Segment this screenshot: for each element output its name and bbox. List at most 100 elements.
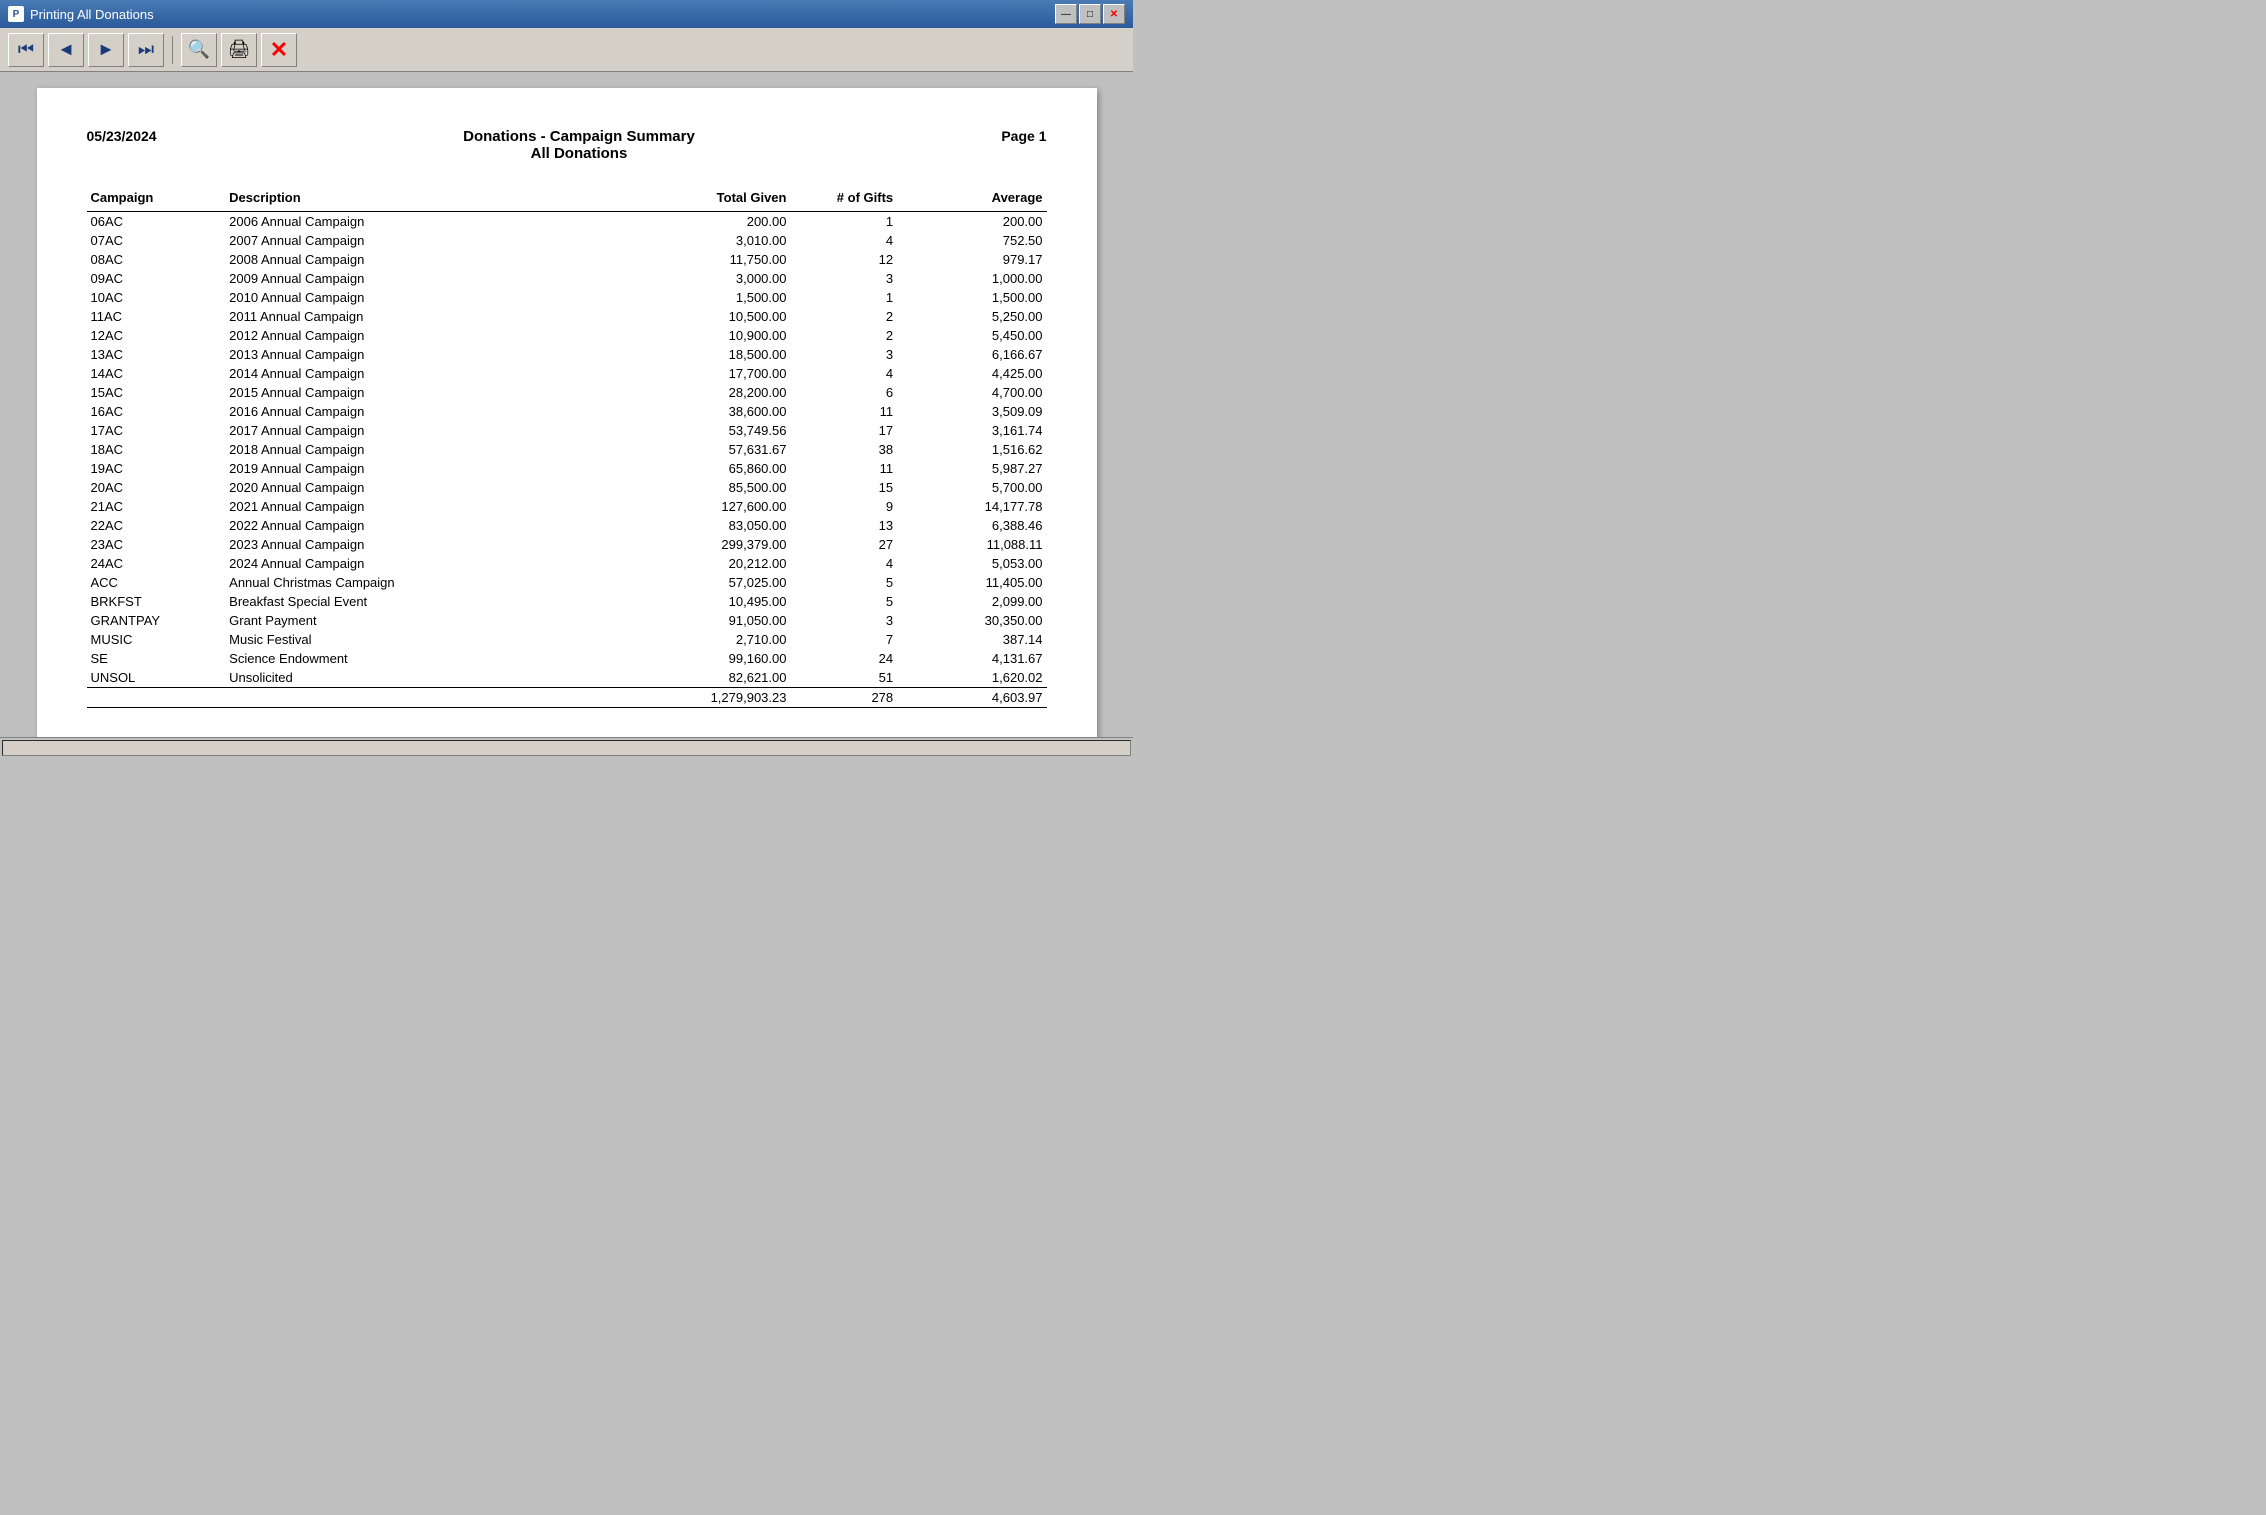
cell-average: 11,405.00 [897, 573, 1046, 592]
cell-total-given: 299,379.00 [641, 535, 790, 554]
cell-total-given: 85,500.00 [641, 478, 790, 497]
horizontal-scrollbar[interactable] [2, 740, 1131, 756]
cell-average: 5,700.00 [897, 478, 1046, 497]
cell-average: 5,450.00 [897, 326, 1046, 345]
cell-num-gifts: 51 [790, 668, 897, 688]
cell-num-gifts: 3 [790, 269, 897, 288]
cell-total-given: 57,025.00 [641, 573, 790, 592]
cell-average: 1,000.00 [897, 269, 1046, 288]
cell-total-given: 28,200.00 [641, 383, 790, 402]
cell-total-given: 127,600.00 [641, 497, 790, 516]
cell-num-gifts: 2 [790, 307, 897, 326]
cell-average: 6,166.67 [897, 345, 1046, 364]
total-blank-2 [225, 688, 641, 708]
table-row: 16AC2016 Annual Campaign38,600.00113,509… [87, 402, 1047, 421]
cell-description: 2009 Annual Campaign [225, 269, 641, 288]
cell-total-given: 82,621.00 [641, 668, 790, 688]
cell-description: 2021 Annual Campaign [225, 497, 641, 516]
cell-campaign: 22AC [87, 516, 226, 535]
maximize-button[interactable]: □ [1079, 4, 1101, 24]
cell-num-gifts: 4 [790, 554, 897, 573]
table-row: 09AC2009 Annual Campaign3,000.0031,000.0… [87, 269, 1047, 288]
cell-num-gifts: 11 [790, 402, 897, 421]
table-row: 13AC2013 Annual Campaign18,500.0036,166.… [87, 345, 1047, 364]
cell-total-given: 3,010.00 [641, 231, 790, 250]
search-button[interactable]: 🔍 [181, 33, 217, 67]
cell-num-gifts: 3 [790, 345, 897, 364]
report-table: Campaign Description Total Given # of Gi… [87, 186, 1047, 708]
bottom-bar [0, 737, 1133, 757]
cell-num-gifts: 12 [790, 250, 897, 269]
cell-average: 200.00 [897, 212, 1046, 232]
cell-description: Breakfast Special Event [225, 592, 641, 611]
cell-description: 2022 Annual Campaign [225, 516, 641, 535]
cell-campaign: MUSIC [87, 630, 226, 649]
table-row: 19AC2019 Annual Campaign65,860.00115,987… [87, 459, 1047, 478]
title-bar: P Printing All Donations — □ ✕ [0, 0, 1133, 28]
table-row: 10AC2010 Annual Campaign1,500.0011,500.0… [87, 288, 1047, 307]
last-page-button[interactable]: ⏭ [128, 33, 164, 67]
cell-description: 2019 Annual Campaign [225, 459, 641, 478]
cell-campaign: 06AC [87, 212, 226, 232]
cell-campaign: 18AC [87, 440, 226, 459]
cell-average: 11,088.11 [897, 535, 1046, 554]
cell-num-gifts: 3 [790, 611, 897, 630]
cell-campaign: 15AC [87, 383, 226, 402]
close-report-button[interactable]: ✕ [261, 33, 297, 67]
print-button[interactable]: 🖨 [221, 33, 257, 67]
cell-num-gifts: 5 [790, 592, 897, 611]
col-header-num-gifts: # of Gifts [790, 186, 897, 212]
minimize-button[interactable]: — [1055, 4, 1077, 24]
close-button[interactable]: ✕ [1103, 4, 1125, 24]
cell-average: 5,053.00 [897, 554, 1046, 573]
window-controls: — □ ✕ [1055, 4, 1125, 24]
table-row: 17AC2017 Annual Campaign53,749.56173,161… [87, 421, 1047, 440]
cell-description: 2016 Annual Campaign [225, 402, 641, 421]
cell-average: 5,250.00 [897, 307, 1046, 326]
report-page: 05/23/2024 Donations - Campaign Summary … [37, 88, 1097, 737]
cell-description: Grant Payment [225, 611, 641, 630]
table-row: GRANTPAYGrant Payment91,050.00330,350.00 [87, 611, 1047, 630]
cell-description: 2008 Annual Campaign [225, 250, 641, 269]
next-page-button[interactable]: ► [88, 33, 124, 67]
table-row: 21AC2021 Annual Campaign127,600.00914,17… [87, 497, 1047, 516]
cell-total-given: 1,500.00 [641, 288, 790, 307]
cell-num-gifts: 38 [790, 440, 897, 459]
table-header-row: Campaign Description Total Given # of Gi… [87, 186, 1047, 212]
cell-average: 30,350.00 [897, 611, 1046, 630]
table-row: 22AC2022 Annual Campaign83,050.00136,388… [87, 516, 1047, 535]
report-page-number: Page 1 [1001, 128, 1046, 144]
cell-total-given: 18,500.00 [641, 345, 790, 364]
report-date: 05/23/2024 [87, 128, 157, 144]
cell-total-given: 57,631.67 [641, 440, 790, 459]
window-title: Printing All Donations [30, 7, 154, 22]
cell-average: 1,516.62 [897, 440, 1046, 459]
col-header-total-given: Total Given [641, 186, 790, 212]
cell-campaign: 09AC [87, 269, 226, 288]
report-title: Donations - Campaign Summary All Donatio… [463, 128, 695, 162]
report-title-line1: Donations - Campaign Summary [463, 128, 695, 145]
cell-num-gifts: 9 [790, 497, 897, 516]
cell-average: 979.17 [897, 250, 1046, 269]
cell-average: 3,161.74 [897, 421, 1046, 440]
table-row: 24AC2024 Annual Campaign20,212.0045,053.… [87, 554, 1047, 573]
cell-total-given: 17,700.00 [641, 364, 790, 383]
cell-total-given: 200.00 [641, 212, 790, 232]
cell-total-given: 10,500.00 [641, 307, 790, 326]
cell-campaign: 11AC [87, 307, 226, 326]
cell-num-gifts: 15 [790, 478, 897, 497]
cell-campaign: BRKFST [87, 592, 226, 611]
cell-num-gifts: 1 [790, 288, 897, 307]
totals-row: 1,279,903.232784,603.97 [87, 688, 1047, 708]
table-row: 18AC2018 Annual Campaign57,631.67381,516… [87, 440, 1047, 459]
cell-campaign: UNSOL [87, 668, 226, 688]
col-header-description: Description [225, 186, 641, 212]
table-row: 06AC2006 Annual Campaign200.001200.00 [87, 212, 1047, 232]
first-page-button[interactable]: ⏮ [8, 33, 44, 67]
cell-average: 2,099.00 [897, 592, 1046, 611]
table-row: MUSICMusic Festival2,710.007387.14 [87, 630, 1047, 649]
cell-total-given: 65,860.00 [641, 459, 790, 478]
cell-campaign: 23AC [87, 535, 226, 554]
prev-page-button[interactable]: ◄ [48, 33, 84, 67]
cell-num-gifts: 17 [790, 421, 897, 440]
